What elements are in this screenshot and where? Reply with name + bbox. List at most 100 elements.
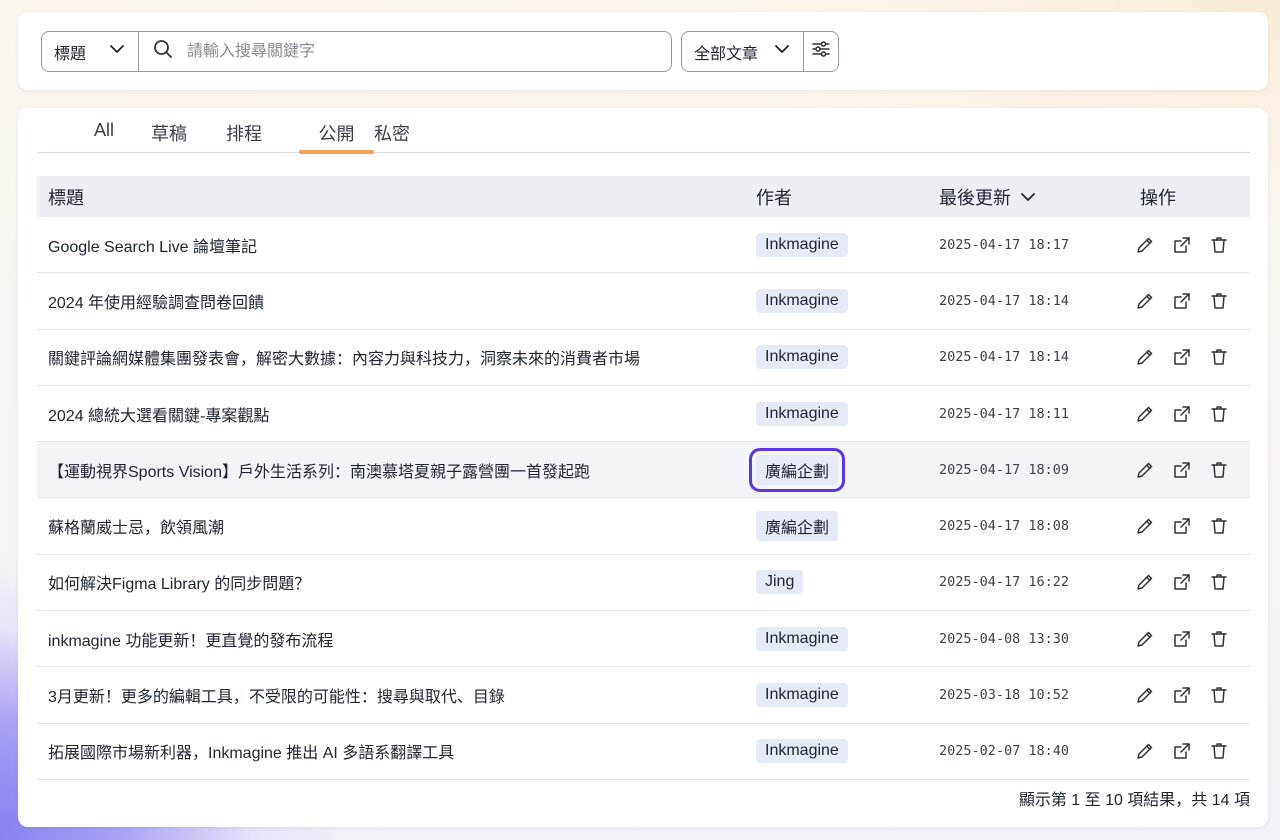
row-actions (1134, 611, 1229, 666)
trash-icon[interactable] (1208, 459, 1229, 480)
updated-at: 2025-04-17 18:08 (939, 518, 1070, 535)
edit-icon[interactable] (1134, 685, 1155, 706)
header-updated-label: 最後更新 (939, 187, 1011, 208)
external-link-icon[interactable] (1171, 741, 1192, 762)
article-title[interactable]: 2024 總統大選看關鍵-專案觀點 (48, 386, 269, 441)
external-link-icon[interactable] (1171, 290, 1192, 311)
article-title[interactable]: 如何解決Figma Library 的同步問題？ (48, 555, 310, 610)
author-badge[interactable]: Inkmagine (756, 288, 848, 313)
table-row[interactable]: 3月更新！更多的編輯工具，不受限的可能性：搜尋與取代、目錄 Inkmagine … (37, 667, 1250, 724)
table-row[interactable]: 2024 總統大選看關鍵-專案觀點 Inkmagine 2025-04-17 1… (37, 386, 1250, 443)
edit-icon[interactable] (1134, 628, 1155, 649)
author-cell: Inkmagine (756, 611, 848, 666)
row-actions (1134, 330, 1229, 385)
external-link-icon[interactable] (1171, 347, 1192, 368)
article-title[interactable]: 3月更新！更多的編輯工具，不受限的可能性：搜尋與取代、目錄 (48, 667, 505, 722)
row-actions (1134, 498, 1229, 553)
external-link-icon[interactable] (1171, 234, 1192, 255)
header-updated-sort[interactable]: 最後更新 (939, 176, 1037, 217)
advanced-filter-button[interactable] (804, 32, 838, 71)
external-link-icon[interactable] (1171, 572, 1192, 593)
trash-icon[interactable] (1208, 741, 1229, 762)
tab-public[interactable]: 公開 (299, 120, 374, 154)
edit-icon[interactable] (1134, 347, 1155, 368)
author-cell: Jing (756, 555, 804, 610)
trash-icon[interactable] (1208, 403, 1229, 424)
table-row[interactable]: 如何解決Figma Library 的同步問題？ Jing 2025-04-17… (37, 555, 1250, 612)
tab-scheduled[interactable]: 排程 (224, 120, 264, 153)
external-link-icon[interactable] (1171, 459, 1192, 480)
article-list-panel: All 草稿 排程 公開 私密 標題 作者 最後更新 操作 Google Sea… (18, 108, 1268, 827)
author-cell: Inkmagine (756, 386, 848, 441)
author-cell: Inkmagine (756, 273, 848, 328)
article-title[interactable]: 2024 年使用經驗調查問卷回饋 (48, 273, 264, 328)
author-cell: Inkmagine (756, 330, 848, 385)
article-title[interactable]: inkmagine 功能更新！更直覺的發布流程 (48, 611, 333, 666)
updated-at: 2025-02-07 18:40 (939, 743, 1070, 760)
edit-icon[interactable] (1134, 403, 1155, 424)
author-badge[interactable]: Inkmagine (756, 345, 848, 370)
row-actions (1134, 724, 1229, 779)
table-row[interactable]: Google Search Live 論壇筆記 Inkmagine 2025-0… (37, 217, 1250, 274)
row-actions (1134, 217, 1229, 272)
search-field-value: 標題 (54, 45, 87, 63)
article-title[interactable]: 蘇格蘭威士忌，飲領風潮 (48, 498, 224, 553)
tab-draft[interactable]: 草稿 (149, 120, 189, 153)
edit-icon[interactable] (1134, 290, 1155, 311)
external-link-icon[interactable] (1171, 685, 1192, 706)
row-actions (1134, 442, 1229, 497)
updated-at: 2025-04-17 18:14 (939, 349, 1070, 366)
tab-private[interactable]: 私密 (372, 120, 412, 153)
edit-icon[interactable] (1134, 459, 1155, 480)
tab-all[interactable]: All (89, 120, 119, 153)
row-actions (1134, 667, 1229, 722)
article-filter-select[interactable]: 全部文章 (682, 32, 804, 71)
trash-icon[interactable] (1208, 628, 1229, 649)
table-header: 標題 作者 最後更新 操作 (37, 176, 1250, 217)
trash-icon[interactable] (1208, 234, 1229, 255)
author-badge[interactable]: Jing (756, 570, 804, 595)
search-bar: 標題 全部文章 (18, 12, 1268, 90)
search-input[interactable] (187, 32, 671, 71)
table-row[interactable]: 拓展國際市場新利器，Inkmagine 推出 AI 多語系翻譯工具 Inkmag… (37, 724, 1250, 780)
search-group: 標題 (41, 31, 672, 72)
article-title[interactable]: 【運動視界Sports Vision】戶外生活系列：南澳慕塔夏親子露營團一首發起… (48, 442, 590, 497)
table-row[interactable]: 【運動視界Sports Vision】戶外生活系列：南澳慕塔夏親子露營團一首發起… (37, 442, 1250, 499)
trash-icon[interactable] (1208, 347, 1229, 368)
edit-icon[interactable] (1134, 572, 1155, 593)
pagination-summary: 顯示第 1 至 10 項結果，共 14 項 (1018, 792, 1250, 809)
author-badge[interactable]: Inkmagine (756, 739, 848, 764)
article-title[interactable]: Google Search Live 論壇筆記 (48, 217, 257, 272)
edit-icon[interactable] (1134, 234, 1155, 255)
table-row[interactable]: inkmagine 功能更新！更直覺的發布流程 Inkmagine 2025-0… (37, 611, 1250, 668)
article-title[interactable]: 拓展國際市場新利器，Inkmagine 推出 AI 多語系翻譯工具 (48, 724, 454, 779)
filter-sliders-icon (811, 39, 831, 64)
edit-icon[interactable] (1134, 516, 1155, 537)
search-field-select[interactable]: 標題 (42, 32, 139, 71)
trash-icon[interactable] (1208, 516, 1229, 537)
trash-icon[interactable] (1208, 290, 1229, 311)
article-title[interactable]: 關鍵評論網媒體集團發表會，解密大數據：內容力與科技力，洞察未來的消費者市場 (48, 330, 640, 385)
author-badge[interactable]: 廣編企劃 (748, 447, 846, 492)
table-row[interactable]: 2024 年使用經驗調查問卷回饋 Inkmagine 2025-04-17 18… (37, 273, 1250, 330)
author-badge[interactable]: Inkmagine (756, 683, 848, 708)
author-badge[interactable]: Inkmagine (756, 401, 848, 426)
header-title: 標題 (48, 187, 84, 208)
table-row[interactable]: 蘇格蘭威士忌，飲領風潮 廣編企劃 2025-04-17 18:08 (37, 498, 1250, 555)
edit-icon[interactable] (1134, 741, 1155, 762)
trash-icon[interactable] (1208, 685, 1229, 706)
author-badge[interactable]: 廣編企劃 (756, 511, 839, 542)
updated-at: 2025-04-17 18:17 (939, 236, 1070, 253)
external-link-icon[interactable] (1171, 516, 1192, 537)
trash-icon[interactable] (1208, 572, 1229, 593)
author-badge[interactable]: Inkmagine (756, 626, 848, 651)
updated-at: 2025-04-17 18:11 (939, 405, 1070, 422)
search-box (139, 32, 671, 71)
external-link-icon[interactable] (1171, 403, 1192, 424)
chevron-down-icon (773, 40, 791, 63)
header-actions: 操作 (1140, 187, 1176, 208)
updated-at: 2025-04-17 18:14 (939, 292, 1070, 309)
external-link-icon[interactable] (1171, 628, 1192, 649)
table-row[interactable]: 關鍵評論網媒體集團發表會，解密大數據：內容力與科技力，洞察未來的消費者市場 In… (37, 330, 1250, 386)
author-badge[interactable]: Inkmagine (756, 232, 848, 257)
